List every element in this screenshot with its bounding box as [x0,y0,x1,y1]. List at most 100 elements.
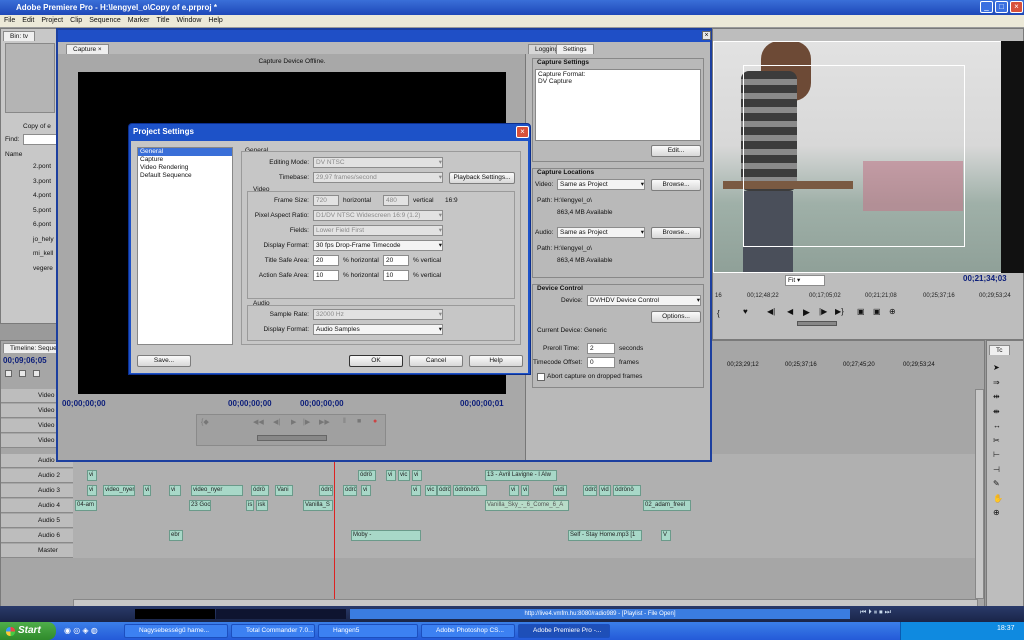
frame-width-input[interactable]: 720 [313,195,339,206]
minimize-icon[interactable]: _ [980,1,993,13]
clip[interactable]: vi [521,485,529,496]
name-column-header[interactable]: Name [5,149,22,160]
taskbar-item-premiere[interactable]: Adobe Premiere Pro -... [518,624,610,638]
clip[interactable]: ódrö [437,485,451,496]
fit-select[interactable]: Fit ▾ [785,275,825,286]
winamp-controls[interactable]: ⏮ ⏵ ⏸ ⏹ ⏭ [860,609,891,617]
display-format-select[interactable]: 30 fps Drop-Frame Timecode ▾ [313,240,443,251]
clip[interactable]: Vani [275,485,293,496]
editing-mode-select[interactable]: DV NTSC ▾ [313,157,443,168]
pen-tool-icon[interactable]: ✎ [993,477,1003,492]
sample-rate-select[interactable]: 32000 Hz ▾ [313,309,443,320]
list-item[interactable]: 3.pont [3,176,57,191]
abort-checkbox[interactable] [537,373,545,381]
mark-in-icon[interactable]: { [717,309,720,318]
slide-tool-icon[interactable]: ⊣ [993,463,1003,478]
step-forward-icon[interactable]: |▶ [819,307,827,316]
action-safe-v-input[interactable]: 10 [383,270,409,281]
track-header-master[interactable]: Master [1,544,73,558]
clip[interactable]: vic [398,470,410,481]
razor-tool-icon[interactable]: ✂ [993,434,1003,449]
playback-settings-button[interactable]: Playback Settings... [449,172,515,184]
nav-video-rendering[interactable]: Video Rendering [138,164,232,172]
ripple-edit-tool-icon[interactable]: ⇹ [993,390,1003,405]
pause-icon[interactable]: ‖ [343,418,346,425]
preroll-input[interactable]: 2 [587,343,615,354]
in-point-icon[interactable]: {◆ [201,418,209,426]
track-select-tool-icon[interactable]: ⇒ [993,376,1003,391]
clip[interactable]: 02_adam_freel [643,500,691,511]
menu-edit[interactable]: Edit [22,15,34,27]
slip-tool-icon[interactable]: ⊢ [993,448,1003,463]
video-location-select[interactable]: Same as Project ▾ [557,179,645,190]
tab-settings[interactable]: Settings [556,44,594,54]
cancel-button[interactable]: Cancel [409,355,463,367]
playhead[interactable] [334,451,335,611]
capture-close-icon[interactable]: × [702,31,711,40]
frame-height-input[interactable]: 480 [383,195,409,206]
browse-video-button[interactable]: Browse... [651,179,701,191]
list-item[interactable]: jo_hely [3,234,57,249]
rewind-icon[interactable]: ◀ [787,307,793,316]
clip[interactable]: vid [599,485,611,496]
action-safe-h-input[interactable]: 10 [313,270,339,281]
trim-icon[interactable]: ⊕ [889,307,896,316]
clip[interactable]: Vanilla_S [303,500,333,511]
clip[interactable]: video_nyer [103,485,135,496]
lift-icon[interactable]: ▣ [857,307,865,316]
clip[interactable]: vidi [553,485,567,496]
list-item[interactable]: 6.pont [3,219,57,234]
timeline-vertical-scrollbar[interactable] [975,389,984,599]
snap-icon[interactable] [5,370,12,377]
timecode-offset-input[interactable]: 0 [587,357,615,368]
clip[interactable]: vi [386,470,396,481]
zoom-tool-icon[interactable]: ⊕ [993,506,1003,521]
clip[interactable]: ódrö [343,485,357,496]
pixel-aspect-select[interactable]: D1/DV NTSC Widescreen 16:9 (1.2) ▾ [313,210,443,221]
clip[interactable]: ódrö [583,485,597,496]
clip[interactable]: Self - Stay Home.mp3 [1 [568,530,642,541]
go-to-out-icon[interactable]: ▶} [835,307,844,316]
taskbar-item-browser[interactable]: Nagysebességű hame... [124,624,228,638]
clip[interactable]: Vanilla_Sky_-_6_Come_6_A [485,500,569,511]
find-input[interactable] [23,134,57,145]
device-select[interactable]: DV/HDV Device Control ▾ [587,295,701,306]
clip[interactable]: ódrönörö. [453,485,487,496]
clip[interactable]: 23 Goo [189,500,211,511]
close-icon[interactable]: × [1010,1,1023,13]
edit-button[interactable]: Edit... [651,145,701,157]
clip[interactable]: V [661,530,671,541]
taskbar-item-photoshop[interactable]: Adobe Photoshop CS... [421,624,515,638]
clip[interactable]: is [246,500,254,511]
play-icon[interactable]: ▶ [803,307,810,318]
clip[interactable]: vi [169,485,181,496]
play-icon[interactable]: ▶ [291,418,296,426]
save-button[interactable]: Save... [137,355,191,367]
clip[interactable]: ódrö [358,470,376,481]
rewind-icon[interactable]: ◀◀ [253,418,264,426]
browse-audio-button[interactable]: Browse... [651,227,701,239]
tab-timeline[interactable]: Timeline: Seque [3,343,64,353]
nav-general[interactable]: General [138,148,232,156]
record-icon[interactable]: ● [373,418,377,425]
list-item[interactable]: 2.pont [3,161,57,176]
rate-stretch-tool-icon[interactable]: ↔ [993,419,1003,434]
clip[interactable]: vi [143,485,151,496]
clip[interactable]: ódrö [319,485,333,496]
clip[interactable]: vi [361,485,371,496]
clip[interactable]: 04-am [75,500,97,511]
dialog-close-icon[interactable]: × [516,126,529,138]
timebase-select[interactable]: 29,97 frames/second ▾ [313,172,443,183]
list-item[interactable]: 5.pont [3,205,57,220]
clip[interactable]: vi [509,485,519,496]
maximize-icon[interactable]: □ [995,1,1008,13]
step-back-icon[interactable]: ◀| [767,307,775,316]
jog-slider[interactable] [797,321,837,326]
nav-capture[interactable]: Capture [138,156,232,164]
title-safe-v-input[interactable]: 20 [383,255,409,266]
clip[interactable]: vic [425,485,437,496]
link-icon[interactable] [33,370,40,377]
quick-launch-icons[interactable]: ◉ ◎ ◈ ◍ [64,626,98,635]
track-header-audio-6[interactable]: Audio 6 [1,529,73,543]
marker-icon[interactable] [19,370,26,377]
